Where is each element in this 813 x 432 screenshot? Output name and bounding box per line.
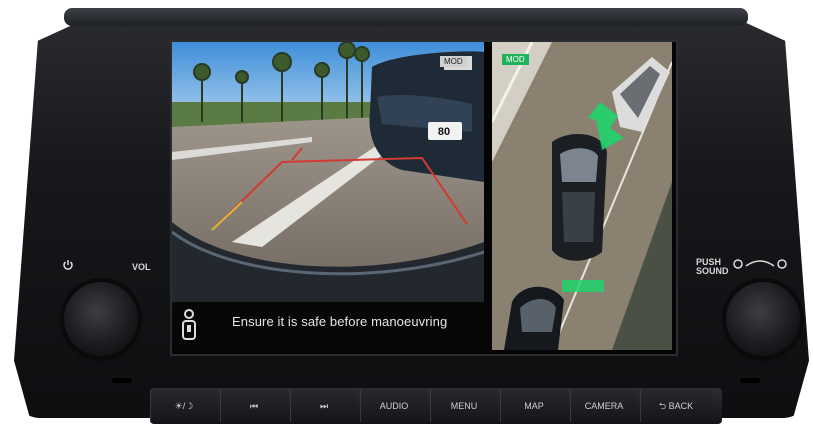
volume-knob[interactable]	[64, 282, 138, 356]
message-bar: Ensure it is safe before manoeuvring	[172, 302, 488, 350]
bezel-top-trim	[64, 8, 748, 26]
menu-button[interactable]: MENU	[430, 390, 497, 422]
previous-track-button[interactable]: ⏮	[220, 390, 287, 422]
caution-icon	[182, 309, 196, 340]
tune-knob[interactable]	[726, 282, 800, 356]
camera-button[interactable]: CAMERA	[570, 390, 637, 422]
top-view-image	[492, 42, 672, 350]
map-button[interactable]: MAP	[500, 390, 567, 422]
indicator-slot	[740, 378, 760, 383]
sound-label: SOUND	[696, 266, 729, 276]
rear-camera-view[interactable]: MOD 80	[172, 42, 484, 302]
tune-icon	[732, 256, 788, 272]
vol-label: VOL	[132, 262, 151, 272]
rear-camera-image	[172, 42, 484, 302]
push-sound-label: PUSH SOUND	[696, 258, 729, 276]
indicator-slot	[112, 378, 132, 383]
day-night-button[interactable]: ☀/☽	[150, 390, 217, 422]
distance-label: 80	[437, 126, 451, 138]
back-button[interactable]: ⮌ BACK	[640, 390, 711, 422]
around-view-monitor[interactable]: MOD	[492, 42, 672, 350]
mod-badge: MOD	[440, 56, 467, 67]
next-track-button[interactable]: ⏭	[290, 390, 357, 422]
audio-button[interactable]: AUDIO	[360, 390, 427, 422]
mod-badge: MOD	[502, 54, 529, 65]
power-icon	[62, 258, 74, 270]
safety-message: Ensure it is safe before manoeuvring	[232, 314, 448, 329]
